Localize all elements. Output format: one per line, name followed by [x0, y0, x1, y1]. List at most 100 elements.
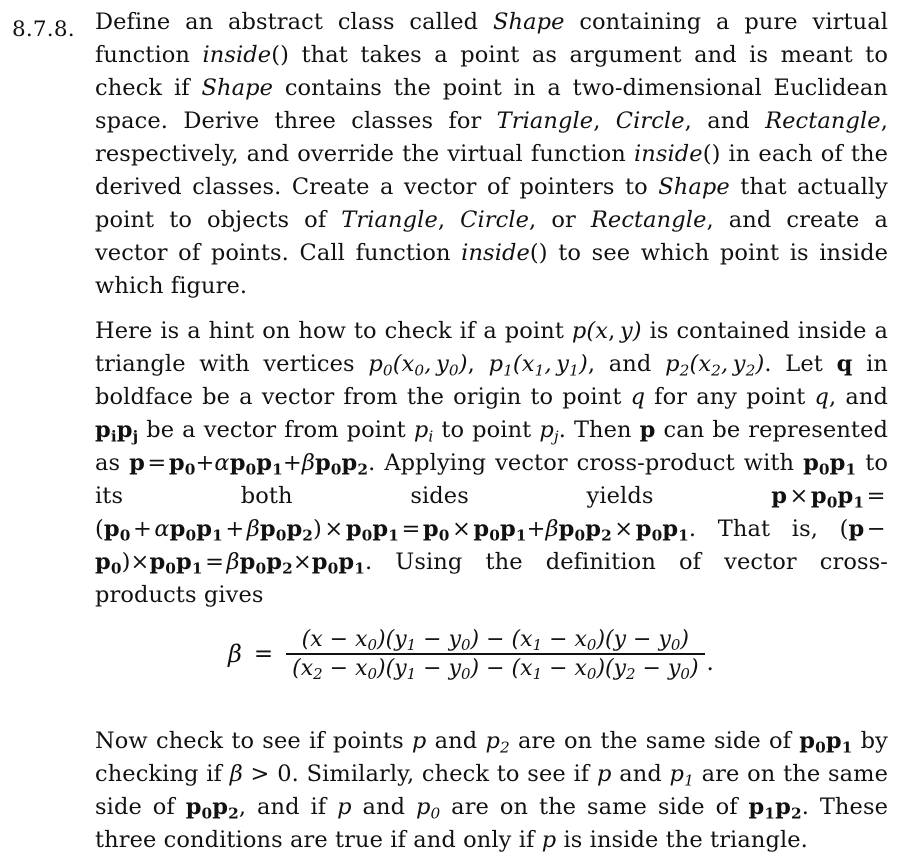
p3-and-1: and [426, 728, 486, 754]
math-vector-p0p1-10: p0p1 [799, 728, 853, 757]
math-vector-p-1: p [639, 417, 656, 443]
equation-numerator: (x − x0)(y1 − y0) − (x1 − x0)(y − y0) [301, 627, 690, 655]
math-point-p-3: p [337, 794, 352, 820]
math-plus-3: + [132, 516, 152, 542]
paragraph-problem-statement: Define an abstract class called Shape co… [95, 6, 888, 303]
equation-fraction: (x − x0)(y1 − y0) − (x1 − x0)(y − y0) (x… [286, 626, 705, 683]
math-comma-1: , [608, 318, 620, 344]
math-vector-p0p1-9: p0p1 [311, 549, 365, 578]
math-point-p-2: p [596, 761, 612, 787]
p1-seg-10: , and [684, 108, 766, 134]
equation-trailing-period: . [706, 649, 714, 676]
math-vector-p0p2-3: p0p2 [558, 516, 612, 545]
p2-let-q: . Let [764, 351, 837, 377]
exercise-block: 8.7.8. Define an abstract class called S… [0, 6, 903, 857]
math-paren-close: ) [632, 318, 642, 344]
math-vector-p0-1: p0 [168, 450, 196, 479]
equation-lhs-beta: β [228, 639, 242, 668]
math-plus-4: + [225, 516, 245, 542]
math-minus-1: − [864, 516, 888, 542]
math-vector-p0-4: p0 [95, 549, 122, 578]
p1-class-triangle-1: Triangle [496, 108, 594, 134]
math-var-y: y [619, 318, 633, 344]
equation-inner: β = (x − x0)(y1 − y0) − (x1 − x0)(y − y0… [228, 626, 714, 682]
math-plus-2: + [282, 450, 302, 476]
math-point-p-1: p [411, 728, 427, 754]
math-alpha-1: α [214, 450, 230, 476]
p3-and-3: and [351, 794, 416, 820]
math-point-q-2: q [814, 384, 830, 410]
math-vector-p0p1-1: p0p1 [229, 450, 283, 479]
math-beta-3: β [545, 516, 559, 542]
math-point-p0-1: p0 [415, 794, 441, 823]
p1-function-inside-3: inside [461, 240, 530, 266]
math-paren-close-2: ) [313, 516, 322, 542]
p1-class-triangle-2: Triangle [341, 207, 438, 233]
math-vector-p-2: p [129, 450, 145, 476]
p1-function-inside-2: inside [633, 141, 703, 167]
math-equals-3: = [401, 516, 421, 542]
p2-and: , and [829, 384, 888, 410]
p1-seg-20: , or [529, 207, 591, 233]
math-vector-p0p1-5: p0p1 [345, 516, 400, 545]
p3-same-side-1: are on the same side of [509, 728, 800, 754]
math-vector-p0p1-3: p0p1 [810, 483, 865, 512]
math-alpha-2: α [154, 516, 170, 542]
math-paren-open: ( [586, 318, 596, 344]
math-plus-5: + [526, 516, 546, 542]
math-vector-p0p1-6: p0p1 [473, 516, 527, 545]
math-paren-open-2: ( [95, 516, 104, 542]
math-vector-p0-3: p0 [422, 516, 450, 545]
math-vector-p0p2-5: p0p2 [185, 794, 239, 823]
math-p-xy: p [571, 318, 587, 344]
p3-and-2: and [611, 761, 670, 787]
math-vector-p-4: p [848, 516, 865, 542]
p3-same-side-3: are on the same side of [440, 794, 749, 820]
p1-class-circle-1: Circle [615, 108, 685, 134]
math-point-pi: pi [413, 417, 434, 446]
p2-that-is: . That is, [688, 516, 840, 542]
math-point-q-1: q [630, 384, 646, 410]
math-equals-2: = [866, 483, 886, 509]
math-vector-p0p1-8: p0p1 [149, 549, 203, 578]
math-vector-q-bold: q [836, 351, 853, 377]
math-vector-p0p2-1: p0p2 [314, 450, 369, 479]
exercise-page: 8.7.8. Define an abstract class called S… [0, 0, 903, 853]
math-beta-4: β [226, 549, 240, 575]
p1-class-rectangle-1: Rectangle [765, 108, 881, 134]
p1-function-inside-1: inside [202, 42, 272, 68]
exercise-number: 8.7.8. [12, 17, 75, 42]
equation-denominator: (x2 − x0)(y1 − y0) − (x1 − x0)(y2 − y0) [292, 655, 699, 683]
p2-vector-from: be a vector from point [138, 417, 414, 443]
math-point-p2-1: p2 [485, 728, 510, 757]
math-vector-p0p1-4: p0p1 [169, 516, 223, 545]
p2-sep-2: , and [587, 351, 666, 377]
math-times-5: × [130, 549, 150, 575]
math-vector-p0-2: p0 [103, 516, 131, 545]
math-times-3: × [451, 516, 471, 542]
p2-to-point: to point [433, 417, 540, 443]
math-vertex-p1: p1(x1, y1) [488, 351, 588, 380]
equation-relation: = [253, 640, 274, 667]
math-equals-4: = [205, 549, 225, 575]
p2-then: . Then [558, 417, 640, 443]
math-vertex-p2: p2(x2, y2) [665, 351, 765, 380]
p1-class-shape-3: Shape [658, 174, 730, 200]
p1-seg-0: Define an abstract class called [95, 9, 493, 35]
p2-lead: Here is a hint on how to check if a poin… [95, 318, 572, 344]
math-vector-p1p2-1: p1p2 [748, 794, 802, 823]
p1-class-circle-2: Circle [460, 207, 530, 233]
p1-class-shape-2: Shape [201, 75, 274, 101]
math-vector-p0p1-2: p0p1 [803, 450, 857, 479]
math-vertex-p0: p0(x0, y0) [368, 351, 468, 380]
math-point-pj: pj [539, 417, 559, 446]
p3-now: Now check to see if points [95, 728, 412, 754]
math-point-p1-1: p1 [669, 761, 694, 790]
p1-class-rectangle-2: Rectangle [590, 207, 707, 233]
p3-and-if: , and if [238, 794, 338, 820]
math-vector-p-3: p [771, 483, 788, 509]
math-beta-5: β [229, 761, 243, 787]
math-vector-pipj: pipj [95, 417, 139, 446]
math-vector-p0p1-7: p0p1 [635, 516, 689, 545]
math-beta-2: β [246, 516, 260, 542]
